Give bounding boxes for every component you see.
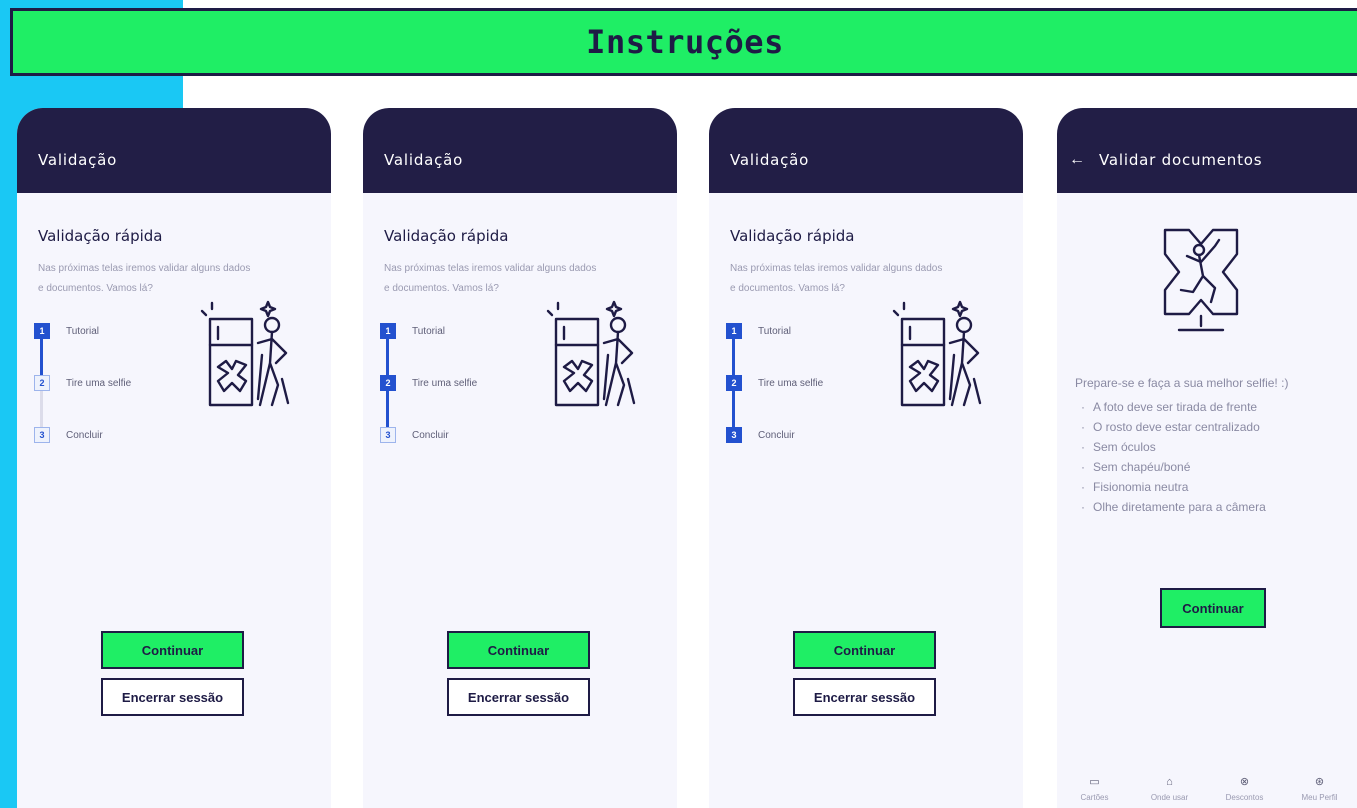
step-number: 3 [34,427,50,443]
list-item: Sem óculos [1081,437,1266,457]
screen-title: Validação [730,151,810,169]
section-description: Nas próximas telas iremos validar alguns… [730,263,943,294]
step-number: 1 [34,323,50,339]
back-arrow-icon[interactable]: ← [1069,151,1085,169]
continue-button[interactable]: Continuar [447,631,590,669]
screen-content: Prepare-se e faça a sua melhor selfie! :… [1057,193,1357,808]
progress-steps: 1 Tutorial 2 Tire uma selfie 3 Concluir [34,323,184,453]
step-label: Concluir [66,429,103,441]
instructions-banner: Instruções [10,8,1357,76]
section-title: Validação rápida [384,227,509,245]
step-1: 1 Tutorial [726,323,791,339]
phone-screen-1: Validação Validação rápida Nas próximas … [17,108,331,808]
nav-label: Onde usar [1150,792,1189,802]
screen-header: Validação [17,108,331,193]
section-description: Nas próximas telas iremos validar alguns… [38,263,251,294]
nav-item-meu-perfil[interactable]: ⊛ Meu Perfil [1285,775,1355,802]
screen-content: Validação rápida Nas próximas telas irem… [363,193,677,808]
step-2: 2 Tire uma selfie [726,375,823,391]
screen-header: Validação [363,108,677,193]
step-number: 2 [726,375,742,391]
list-item: O rosto deve estar centralizado [1081,417,1266,437]
nav-item-onde-usar[interactable]: ⌂ Onde usar [1135,775,1205,802]
screen-title: Validar documentos [1099,151,1263,169]
list-item: Olhe diretamente para a câmera [1081,497,1266,517]
step-number: 1 [380,323,396,339]
screen-header: Validação [709,108,1023,193]
nav-item-descontos[interactable]: ⊗ Descontos [1210,775,1280,802]
step-3: 3 Concluir [380,427,449,443]
screen-header: ← Validar documentos [1057,108,1357,193]
profile-icon: ⊛ [1314,775,1325,788]
progress-steps: 1 Tutorial 2 Tire uma selfie 3 Concluir [726,323,876,453]
screen-title: Validação [384,151,464,169]
step-label: Tire uma selfie [758,377,824,389]
step-3: 3 Concluir [34,427,103,443]
end-session-button[interactable]: Encerrar sessão [447,678,590,716]
phone-screen-4: ← Validar documentos Prepare-se e faça a… [1057,108,1357,808]
section-title: Validação rápida [730,227,855,245]
step-label: Tutorial [412,325,445,337]
nav-label: Descontos [1225,792,1264,802]
discount-icon: ⊗ [1239,775,1250,788]
step-label: Tire uma selfie [412,377,478,389]
step-2: 2 Tire uma selfie [34,375,131,391]
phone-screen-2: Validação Validação rápida Nas próximas … [363,108,677,808]
step-number: 3 [380,427,396,443]
step-2: 2 Tire uma selfie [380,375,477,391]
step-label: Concluir [412,429,449,441]
selfie-instructions-list: A foto deve ser tirada de frente O rosto… [1081,397,1266,517]
nav-label: Cartões [1080,792,1109,802]
screen-content: Validação rápida Nas próximas telas irem… [17,193,331,808]
store-icon: ⌂ [1166,775,1173,788]
fridge-person-illustration-icon [200,300,290,407]
nav-item-cartoes[interactable]: ▭ Cartões [1060,775,1130,802]
end-session-button[interactable]: Encerrar sessão [101,678,244,716]
continue-button[interactable]: Continuar [793,631,936,669]
end-session-button[interactable]: Encerrar sessão [793,678,936,716]
step-label: Tire uma selfie [66,377,132,389]
bottom-navigation: ▭ Cartões ⌂ Onde usar ⊗ Descontos ⊛ Meu … [1057,768,1357,808]
continue-button[interactable]: Continuar [1160,588,1266,628]
step-3: 3 Concluir [726,427,795,443]
progress-steps: 1 Tutorial 2 Tire uma selfie 3 Concluir [380,323,530,453]
step-label: Tutorial [66,325,99,337]
banner-title: Instruções [586,23,784,61]
step-1: 1 Tutorial [380,323,445,339]
step-label: Concluir [758,429,795,441]
list-item: Fisionomia neutra [1081,477,1266,497]
phone-screen-3: Validação Validação rápida Nas próximas … [709,108,1023,808]
screen-content: Validação rápida Nas próximas telas irem… [709,193,1023,808]
section-title: Validação rápida [38,227,163,245]
card-icon: ▭ [1089,775,1100,788]
step-number: 2 [34,375,50,391]
step-number: 3 [726,427,742,443]
section-description: Nas próximas telas iremos validar alguns… [384,263,597,294]
jumping-person-logo-icon [1163,228,1239,332]
step-number: 1 [726,323,742,339]
nav-label: Meu Perfil [1301,792,1338,802]
step-1: 1 Tutorial [34,323,99,339]
screen-title: Validação [38,151,118,169]
fridge-person-illustration-icon [546,300,636,407]
continue-button[interactable]: Continuar [101,631,244,669]
fridge-person-illustration-icon [892,300,982,407]
step-label: Tutorial [758,325,791,337]
step-number: 2 [380,375,396,391]
list-item: A foto deve ser tirada de frente [1081,397,1266,417]
selfie-intro-text: Prepare-se e faça a sua melhor selfie! :… [1075,376,1289,390]
list-item: Sem chapéu/boné [1081,457,1266,477]
